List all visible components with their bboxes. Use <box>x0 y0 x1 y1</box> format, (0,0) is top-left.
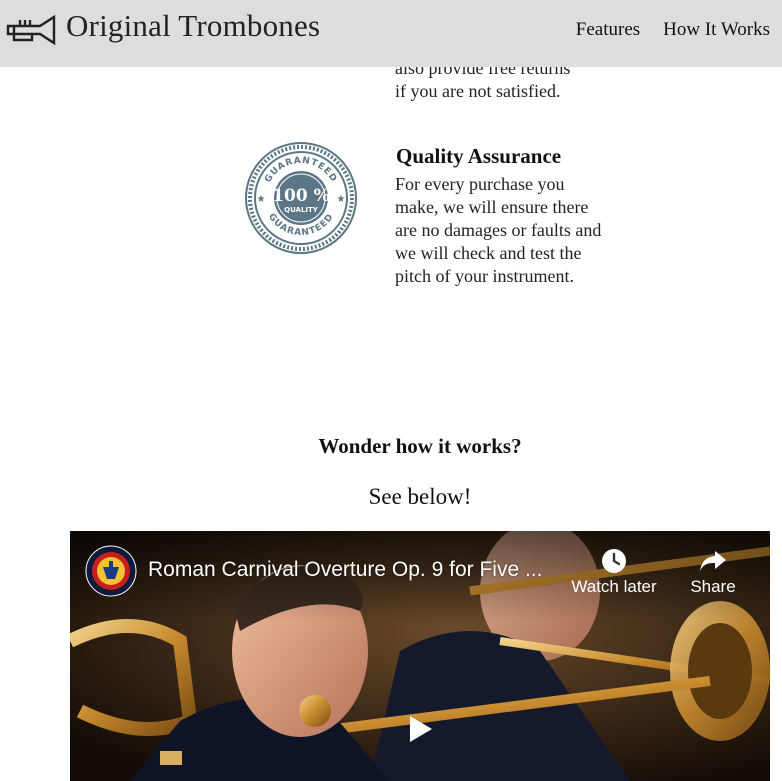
svg-text:★: ★ <box>257 194 266 205</box>
feature-quality-title: Quality Assurance <box>396 144 562 168</box>
trumpet-logo-icon[interactable] <box>6 14 58 46</box>
svg-text:★: ★ <box>337 194 346 205</box>
brand-name[interactable]: Original Trombones <box>66 8 320 44</box>
feature-quality-text: For every purchase you make, we will ens… <box>395 174 602 286</box>
channel-avatar-icon[interactable] <box>85 545 137 597</box>
share-label: Share <box>690 577 736 596</box>
site-header: Original Trombones Features How It Works <box>0 0 782 67</box>
guarantee-badge-icon: GUARANTEED GUARANTEED 100 % QUALITY ★ ★ <box>245 142 357 254</box>
play-icon[interactable] <box>396 707 440 751</box>
video-title[interactable]: Roman Carnival Overture Op. 9 for Five .… <box>148 558 542 582</box>
share-arrow-icon <box>700 551 726 571</box>
clock-icon <box>602 549 626 573</box>
how-it-works-subheading: See below! <box>368 484 472 509</box>
embedded-video-player[interactable]: Roman Carnival Overture Op. 9 for Five .… <box>70 531 770 781</box>
main-nav: Features How It Works <box>576 19 782 41</box>
svg-text:QUALITY: QUALITY <box>284 206 319 214</box>
feature-returns-line2: if you are not satisfied. <box>395 81 561 101</box>
svg-text:100 %: 100 % <box>272 186 330 206</box>
nav-link-how-it-works[interactable]: How It Works <box>663 19 770 41</box>
how-it-works-heading: Wonder how it works? <box>318 434 522 458</box>
nav-link-features[interactable]: Features <box>576 19 640 41</box>
watch-later-label: Watch later <box>571 577 657 596</box>
watch-later-button[interactable]: Watch later <box>564 547 664 597</box>
share-button[interactable]: Share <box>682 547 744 597</box>
